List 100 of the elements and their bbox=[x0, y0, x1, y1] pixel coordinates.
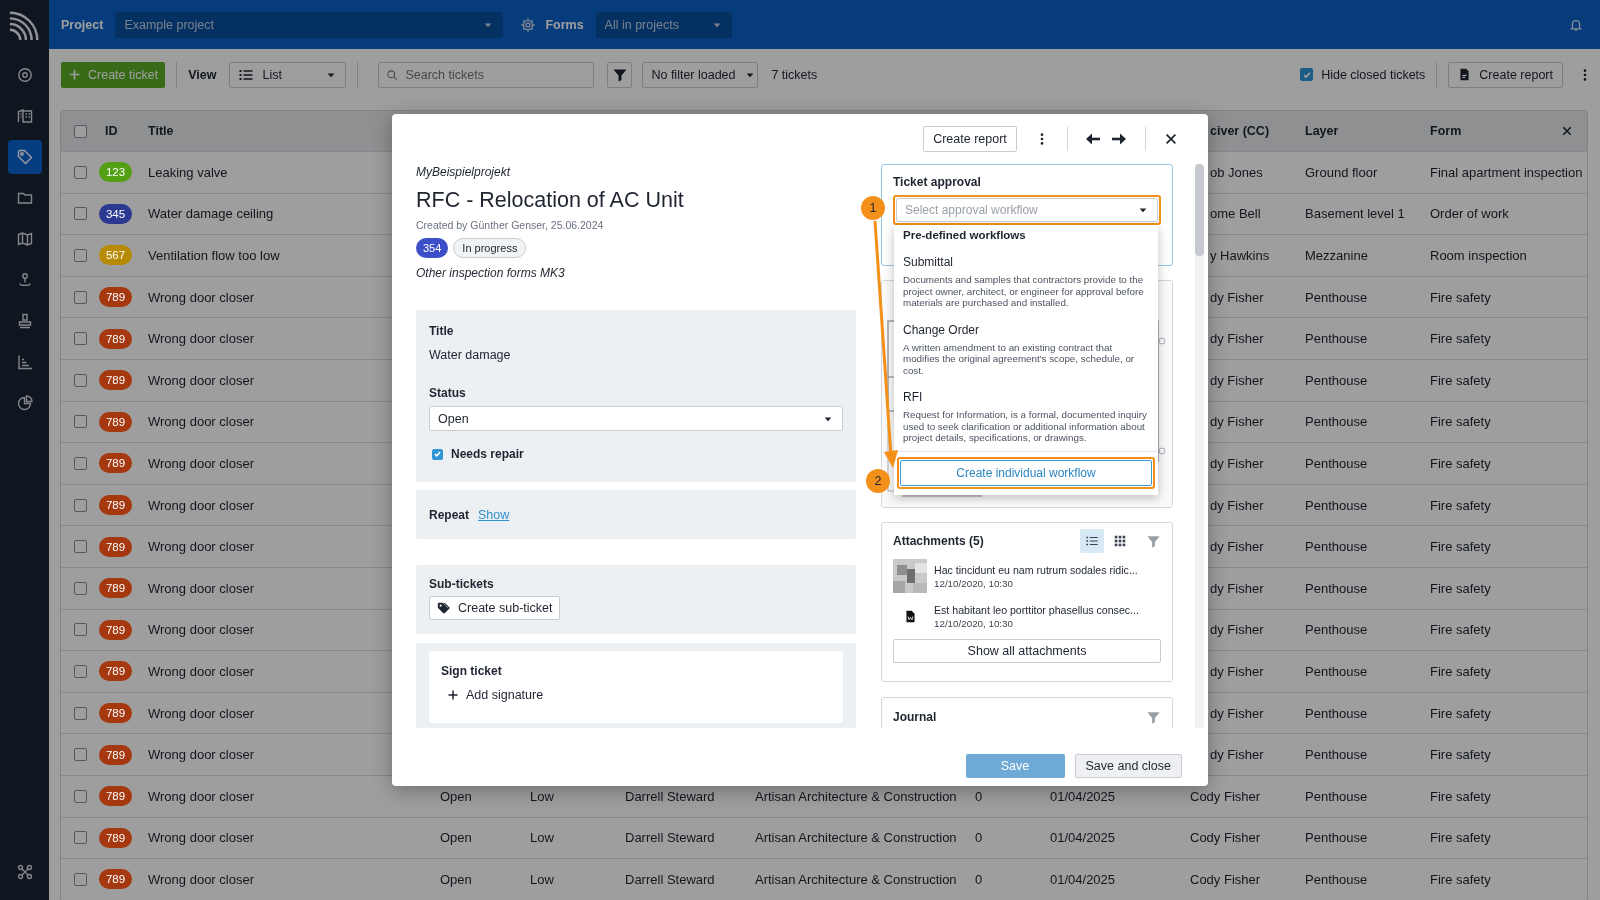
checkbox[interactable] bbox=[74, 581, 87, 595]
checkbox[interactable] bbox=[74, 415, 87, 429]
search-icon bbox=[386, 68, 399, 81]
map-icon bbox=[16, 231, 33, 247]
table-cell: Fire safety bbox=[1430, 788, 1491, 804]
table-cell: Wrong door closer bbox=[148, 788, 254, 804]
table-cell: Ventilation flow too low bbox=[148, 248, 280, 263]
checkbox[interactable] bbox=[74, 748, 87, 762]
attachment-name[interactable]: Hac tincidunt eu nam rutrum sodales ridic... bbox=[934, 563, 1138, 576]
column-header[interactable]: Form bbox=[1430, 124, 1462, 138]
id-badge: 789 bbox=[99, 827, 132, 848]
table-cell: dy Fisher bbox=[1210, 663, 1264, 679]
close-icon[interactable] bbox=[1164, 132, 1178, 146]
settings-icon[interactable] bbox=[520, 16, 537, 33]
checkbox[interactable] bbox=[74, 207, 87, 221]
table-cell: Wrong door closer bbox=[148, 580, 254, 596]
table-cell: Fire safety bbox=[1430, 414, 1491, 430]
create-report-button[interactable]: Create report bbox=[1448, 61, 1563, 88]
table-cell: Fire safety bbox=[1430, 580, 1491, 596]
checkbox[interactable] bbox=[74, 124, 87, 138]
id-badge: 789 bbox=[99, 411, 132, 432]
table-cell: Wrong door closer bbox=[148, 663, 254, 679]
table-cell: 01/04/2025 bbox=[1050, 871, 1116, 887]
table-cell: Wrong door closer bbox=[148, 289, 254, 305]
checkbox[interactable] bbox=[74, 249, 87, 262]
view-toggle[interactable] bbox=[1080, 529, 1104, 553]
folder-icon bbox=[16, 190, 33, 206]
id-badge: 789 bbox=[99, 536, 132, 557]
section-title: Attachments (5) bbox=[893, 533, 984, 549]
table-cell: Cody Fisher bbox=[1190, 788, 1261, 804]
field-label: Repeat bbox=[429, 506, 469, 523]
checkbox[interactable] bbox=[74, 540, 87, 554]
column-header[interactable]: Title bbox=[148, 124, 174, 138]
checkbox[interactable] bbox=[74, 706, 87, 720]
table-cell: Penthouse bbox=[1305, 830, 1368, 846]
id-badge: 789 bbox=[99, 495, 132, 516]
status-select[interactable]: Open bbox=[429, 406, 843, 431]
checkbox[interactable] bbox=[74, 664, 87, 678]
scrollbar[interactable] bbox=[1195, 164, 1204, 728]
table-cell: Penthouse bbox=[1305, 747, 1368, 763]
filter-icon[interactable] bbox=[1146, 533, 1161, 549]
create-sub-ticket-button[interactable]: Create sub-ticket bbox=[429, 596, 561, 620]
forms-select[interactable]: All in projects bbox=[595, 11, 732, 38]
checkbox-label: Needs repair bbox=[451, 446, 524, 462]
status-badge: In progress bbox=[453, 238, 527, 258]
table-cell: Fire safety bbox=[1430, 539, 1491, 555]
search-field[interactable]: Search tickets bbox=[378, 61, 595, 88]
checkbox[interactable] bbox=[74, 456, 87, 470]
table-cell: dy Fisher bbox=[1210, 497, 1264, 513]
checkbox[interactable] bbox=[74, 831, 87, 845]
table-cell: Low bbox=[530, 830, 554, 846]
section-label: Ticket approval bbox=[893, 174, 982, 190]
checkbox[interactable] bbox=[74, 623, 87, 637]
checkbox[interactable] bbox=[432, 448, 443, 460]
view-select[interactable]: List bbox=[229, 61, 347, 88]
save-and-close-button[interactable]: Save and close bbox=[1074, 754, 1182, 778]
sidebar-item[interactable] bbox=[7, 140, 42, 174]
bell-icon[interactable] bbox=[1569, 17, 1583, 32]
workflow-option[interactable]: Submittal Documents and samples that contractors provide to the project owner, architect, or engineer for approval before materials are purchased and installed. bbox=[903, 255, 1149, 309]
filter-select[interactable]: No filter loaded bbox=[642, 61, 759, 88]
checkbox[interactable] bbox=[74, 290, 87, 304]
checkbox[interactable] bbox=[74, 789, 87, 803]
checkbox[interactable] bbox=[1300, 68, 1314, 81]
checkbox[interactable] bbox=[74, 165, 87, 179]
filter-icon[interactable] bbox=[1146, 709, 1161, 725]
column-header[interactable]: ID bbox=[105, 124, 118, 138]
menu-heading: Pre-defined workflows bbox=[903, 229, 1027, 241]
table-cell: Wrong door closer bbox=[148, 539, 254, 555]
column-header[interactable]: civer (CC) bbox=[1210, 124, 1270, 138]
checkbox[interactable] bbox=[74, 373, 87, 387]
table-cell: Artisan Architecture & Construction bbox=[755, 871, 957, 887]
filter-button[interactable] bbox=[607, 61, 633, 88]
workflow-option[interactable]: Change Order A written amendment to an existing contract that modifies the original agreement's scope, schedule, or cost. bbox=[903, 322, 1149, 376]
table-cell: dy Fisher bbox=[1210, 455, 1264, 471]
table-cell: Darrell Steward bbox=[625, 830, 715, 846]
create-workflow-button[interactable]: Create individual workflow bbox=[900, 459, 1152, 486]
next-arrow-icon[interactable] bbox=[1111, 131, 1127, 147]
section-label: Sign ticket bbox=[441, 663, 503, 679]
column-header[interactable]: Layer bbox=[1305, 124, 1339, 138]
project-label: Project bbox=[61, 17, 104, 32]
project-name: MyBeispielprojekt bbox=[416, 164, 512, 180]
close-icon[interactable] bbox=[1561, 125, 1573, 137]
ticket-count: 7 tickets bbox=[771, 67, 818, 82]
previous-arrow-icon[interactable] bbox=[1085, 131, 1101, 147]
checkbox[interactable] bbox=[74, 498, 87, 512]
id-badge: 789 bbox=[99, 869, 132, 890]
checkbox[interactable] bbox=[74, 872, 87, 886]
checkbox[interactable] bbox=[74, 332, 87, 346]
table-cell: Penthouse bbox=[1305, 622, 1368, 638]
workflow-option[interactable]: RFI Request for Information, is a formal, documented inquiry used to seek clarification or additional information about project details, specifications, or drawings. bbox=[903, 390, 1149, 444]
attachment-name[interactable]: Est habitant leo porttitor phasellus consec... bbox=[934, 603, 1139, 616]
create-report-button[interactable]: Create report bbox=[923, 126, 1017, 152]
add-signature-button[interactable]: Add signature bbox=[441, 685, 550, 705]
pdf-file-icon bbox=[1458, 68, 1472, 81]
attachment-date: 12/10/2020, 10:30 bbox=[934, 617, 1014, 629]
forms-label: Forms bbox=[545, 17, 584, 32]
project-select[interactable]: Example project bbox=[115, 11, 504, 38]
field-label: Title bbox=[429, 323, 455, 339]
table-cell: Fire safety bbox=[1430, 663, 1491, 679]
show-all-attachments-button[interactable]: Show all attachments bbox=[893, 639, 1161, 663]
